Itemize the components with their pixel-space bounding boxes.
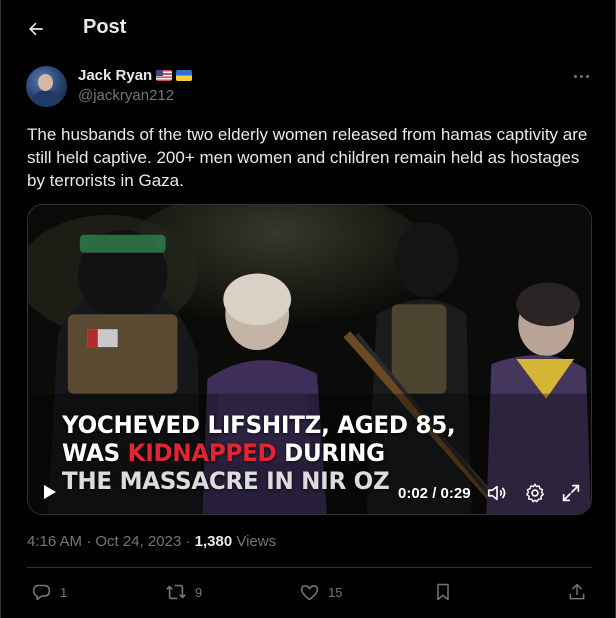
caption-text: WAS [62,439,128,467]
more-dot-icon [573,74,577,78]
video-time: 0:02 / 0:29 [398,485,471,502]
like-button[interactable]: 15 [299,578,342,606]
caption-line-1: YOCHEVED LIFSHITZ, AGED 85, [62,411,456,439]
views-label: Views [232,533,277,550]
caption-line-2: WAS KIDNAPPED DURING [62,439,455,467]
heart-icon [300,584,319,600]
back-button[interactable] [19,12,53,46]
share-icon [569,583,585,600]
reply-icon [32,584,51,600]
repost-icon [166,584,186,600]
more-options-button[interactable] [566,64,596,88]
repost-count: 9 [195,584,203,600]
views-count: 1,380 [194,533,233,550]
bookmark-icon [437,583,449,601]
ukraine-flag-icon [176,70,193,81]
author-name[interactable]: Jack Ryan [78,67,152,84]
play-icon [44,485,56,499]
more-dot-icon [579,74,583,78]
caption-highlight: KIDNAPPED [127,439,277,467]
post-author: Jack Ryan @jackryan212 [26,64,596,108]
reply-count: 1 [60,584,68,600]
like-count: 15 [328,584,343,600]
us-flag-icon [156,70,173,81]
post-page: Post Jack Ryan @jackryan212 The husbands… [0,0,616,618]
settings-button[interactable] [524,482,546,504]
action-bar: 1 9 15 [27,578,592,606]
more-dot-icon [585,74,589,78]
top-bar: Post [1,0,616,54]
post-time[interactable]: 4:16 AM [27,533,82,550]
divider [27,567,592,568]
mute-button[interactable] [486,482,508,504]
caption-text: DURING [276,439,385,467]
play-button[interactable] [42,484,58,500]
share-button[interactable] [567,578,587,606]
gear-icon [526,483,544,503]
repost-button[interactable]: 9 [165,578,202,606]
page-title: Post [83,16,127,38]
video-caption: YOCHEVED LIFSHITZ, AGED 85, WAS KIDNAPPE… [62,411,456,495]
meta-separator: · [185,533,191,550]
volume-icon [487,485,506,501]
bookmark-button[interactable] [433,578,453,606]
author-handle[interactable]: @jackryan212 [78,87,174,104]
meta-separator: · [86,533,92,550]
caption-line-3: THE MASSACRE IN NIR OZ [62,467,390,495]
reply-button[interactable]: 1 [31,578,67,606]
avatar[interactable] [26,66,67,107]
expand-icon [562,484,580,502]
post-date[interactable]: Oct 24, 2023 [95,533,181,550]
post-text: The husbands of the two elderly women re… [27,125,588,190]
video-player[interactable]: YOCHEVED LIFSHITZ, AGED 85, WAS KIDNAPPE… [27,204,592,515]
arrow-left-icon [29,22,43,36]
post-meta: 4:16 AM · Oct 24, 2023 · 1,380 Views [27,533,276,550]
author-name-row[interactable]: Jack Ryan [78,67,193,84]
fullscreen-button[interactable] [560,482,582,504]
